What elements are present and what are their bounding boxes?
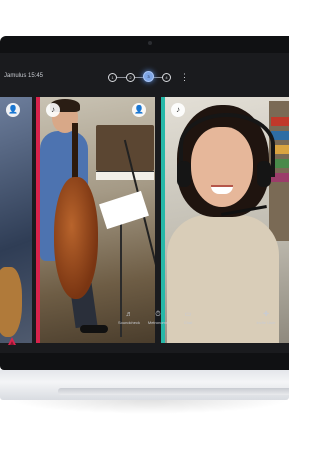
soundcheck-button[interactable]: ♬ Soundcheck <box>114 311 144 325</box>
video-tile-cellist[interactable]: ♪ 👤 <box>36 97 155 343</box>
invite-user-label: Invite User <box>256 320 276 325</box>
step-1[interactable]: 1 <box>108 73 117 82</box>
step-2[interactable]: 2 <box>126 73 135 82</box>
cello-image <box>54 177 98 299</box>
laptop-hinge <box>58 388 289 395</box>
chat-button[interactable]: ▭ Chat <box>173 311 203 325</box>
video-tile-1[interactable]: 👤 <box>0 97 32 343</box>
step-3-active[interactable]: 3 <box>143 71 154 82</box>
headset-earcup-left <box>177 161 191 187</box>
laptop-base <box>0 370 289 400</box>
headset-earcup-right <box>257 161 271 187</box>
chat-icon: ▭ <box>184 311 192 318</box>
kebab-menu-icon[interactable]: ⋮ <box>180 71 189 83</box>
cello-neck <box>72 123 78 185</box>
chat-label: Chat <box>183 320 193 325</box>
laptop-shadow <box>10 400 289 414</box>
metronome-label: Metronome <box>147 320 169 325</box>
session-title: Jamulus 15:45 <box>4 73 44 79</box>
soundcheck-label: Soundcheck <box>117 320 140 325</box>
invite-user-button[interactable]: ✚ Invite User <box>251 311 281 325</box>
metronome-icon: ⏱ <box>155 311 161 318</box>
guitar-image <box>0 267 22 337</box>
music-note-icon: ♪ <box>171 103 185 117</box>
person-icon: 👤 <box>6 103 20 117</box>
piano-keys-image <box>96 171 154 180</box>
brand-logo-icon <box>8 337 16 345</box>
step-indicator: 1 2 3 4 <box>108 71 171 83</box>
music-note-icon: ♪ <box>46 103 60 117</box>
metronome-button[interactable]: ⏱ Metronome <box>143 311 173 325</box>
top-bar: Jamulus 15:45 1 2 3 4 ⋮ <box>0 53 289 97</box>
person-shoe <box>80 325 108 333</box>
tile-accent-bar <box>161 97 165 343</box>
step-4[interactable]: 4 <box>162 73 171 82</box>
webcam <box>148 41 152 45</box>
person-icon: 👤 <box>132 103 146 117</box>
sound-icon: ♬ <box>125 311 133 318</box>
invite-user-icon: ✚ <box>263 311 269 318</box>
video-tile-singer[interactable]: ♪ <box>161 97 289 343</box>
book <box>271 117 289 126</box>
app-screen: Jamulus 15:45 1 2 3 4 ⋮ 👤 ♪ 👤 ♪ ♬ Soundc… <box>0 53 289 353</box>
step-connector <box>112 76 166 78</box>
music-sheet <box>99 190 149 230</box>
